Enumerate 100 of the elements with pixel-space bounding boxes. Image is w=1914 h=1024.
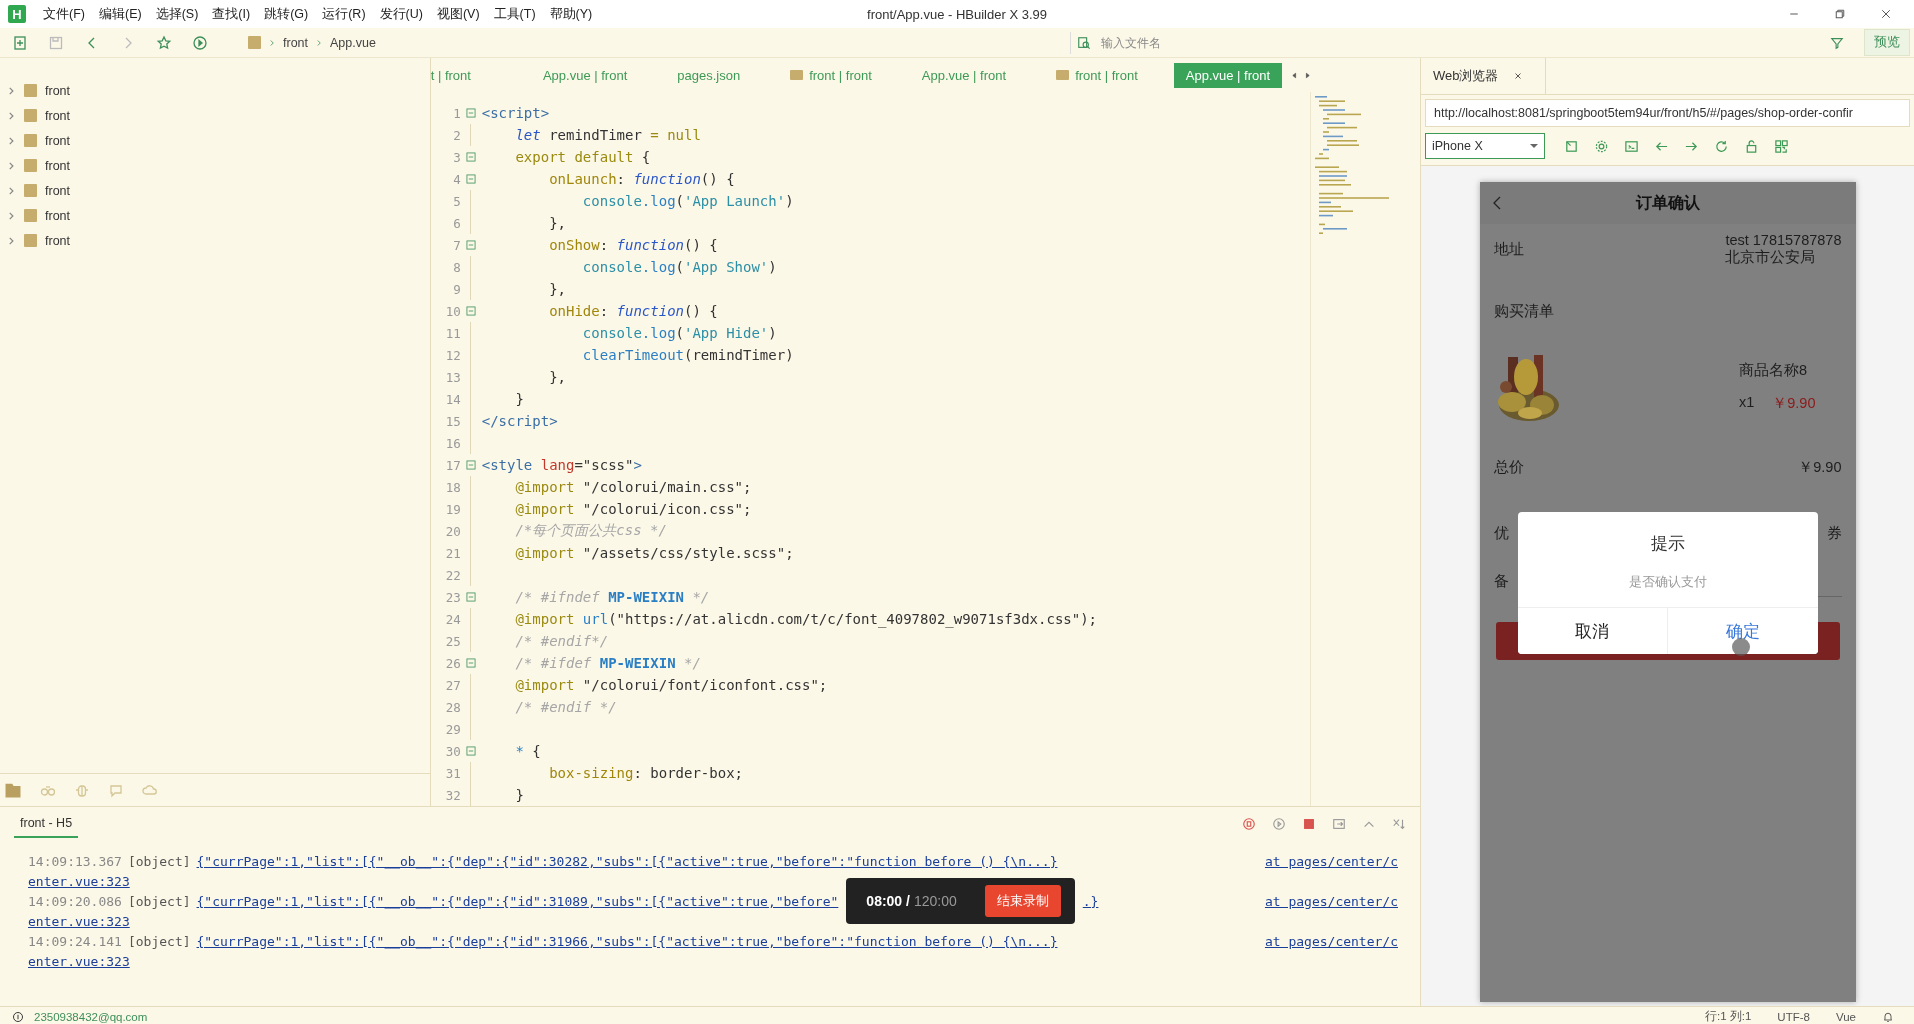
play-circle-icon[interactable]: [1272, 817, 1286, 831]
code-line: let remindTimer = null: [514, 127, 701, 143]
menu-item[interactable]: 工具(T): [486, 5, 543, 23]
collapse-icon[interactable]: [465, 240, 476, 250]
encoding[interactable]: UTF-8: [1777, 1010, 1810, 1023]
save-icon[interactable]: [48, 34, 64, 51]
log-link[interactable]: {"currPage":1,"list":[{"__ob__":{"dep":{"id":30282,"subs":[{"active":true,"before":"function before () {\n...}: [196, 853, 1058, 869]
menu-item[interactable]: 查找(I): [205, 5, 258, 23]
restore-icon[interactable]: [1834, 8, 1846, 20]
menu-item[interactable]: 跳转(G): [257, 5, 316, 23]
collapse-icon[interactable]: [465, 306, 476, 316]
star-icon[interactable]: [156, 34, 172, 51]
menu-item[interactable]: 运行(R): [315, 5, 373, 23]
menu-item[interactable]: 视图(V): [429, 5, 487, 23]
chevron-icon[interactable]: [6, 160, 16, 171]
chevron-icon[interactable]: [6, 85, 16, 96]
collapse-icon[interactable]: [465, 592, 476, 602]
address-label: 地址: [1493, 239, 1524, 259]
dialog-title: 提示: [1650, 533, 1685, 555]
settings-icon[interactable]: [1594, 138, 1609, 154]
project-icon: [248, 36, 261, 49]
source-link[interactable]: at pages/center/c: [1264, 893, 1398, 909]
collapse-icon[interactable]: [465, 460, 476, 470]
project-tree-item[interactable]: front: [0, 103, 430, 128]
menu-item[interactable]: 帮助(Y): [542, 5, 600, 23]
project-tree-item[interactable]: front: [0, 153, 430, 178]
log-link[interactable]: {"currPage":1,"list":[{"__ob__":{"dep":{"id":31089,"subs":[{"active":true,"before": [196, 893, 839, 909]
refresh-icon[interactable]: [1714, 138, 1729, 154]
menu-item[interactable]: 选择(S): [148, 5, 206, 23]
bell-icon[interactable]: [1882, 1010, 1894, 1023]
folder-icon[interactable]: [4, 781, 22, 799]
confirm-button[interactable]: 确定: [1667, 608, 1818, 654]
export-icon[interactable]: [1332, 817, 1346, 831]
code-line: /* #endif */: [514, 699, 617, 715]
qr-code-icon[interactable]: [1774, 138, 1789, 154]
stop-circle-icon[interactable]: [1242, 817, 1256, 831]
line-number: 3: [452, 149, 461, 165]
close-icon[interactable]: [1880, 8, 1892, 20]
terminal-icon[interactable]: [1624, 138, 1639, 154]
url-field[interactable]: http://localhost:8081/springboot5tem94ur/front/h5/#/pages/shop-order-confir: [1425, 99, 1910, 127]
project-icon: [24, 159, 37, 172]
project-tree-item[interactable]: front: [0, 228, 430, 253]
console-tab[interactable]: front - H5: [14, 810, 79, 838]
line-number: 28: [444, 699, 461, 715]
log-link[interactable]: {"currPage":1,"list":[{"__ob__":{"dep":{"id":31966,"subs":[{"active":true,"before":"function before () {\n...}: [196, 933, 1058, 949]
source-link[interactable]: enter.vue:323: [28, 913, 130, 929]
project-tree-item[interactable]: front: [0, 78, 430, 103]
bug-icon[interactable]: [74, 782, 90, 798]
chevron-icon[interactable]: [6, 235, 16, 246]
line-number: 9: [452, 281, 461, 297]
clear-icon[interactable]: [1392, 817, 1406, 831]
source-link[interactable]: at pages/center/c: [1264, 933, 1398, 949]
chevron-icon[interactable]: [6, 135, 16, 146]
project-tree-item[interactable]: front: [0, 178, 430, 203]
line-number: 32: [444, 787, 461, 803]
code-line: export default {: [514, 149, 651, 165]
line-number: 26: [444, 655, 461, 671]
run-icon[interactable]: [192, 34, 208, 51]
editor-tab[interactable]: App.vue | front: [907, 62, 1021, 88]
collapse-icon[interactable]: [465, 152, 476, 162]
stop-icon[interactable]: [1302, 817, 1316, 831]
project-tree-item[interactable]: front: [0, 128, 430, 153]
language-mode[interactable]: Vue: [1835, 1010, 1856, 1023]
project-tree-item[interactable]: front: [0, 203, 430, 228]
breadcrumb-item[interactable]: App.vue: [330, 35, 376, 50]
new-file-icon[interactable]: [12, 34, 28, 51]
scroll-right-icon[interactable]: [1303, 70, 1313, 80]
close-icon[interactable]: [1512, 71, 1523, 81]
line-number: 6: [452, 215, 461, 231]
code-line: console.log('App Launch'): [581, 193, 794, 209]
search-field[interactable]: 输入文件名: [1099, 34, 1804, 51]
rotate-icon[interactable]: [1564, 138, 1579, 154]
collapse-icon[interactable]: [465, 108, 476, 118]
filter-icon[interactable]: [1830, 35, 1844, 50]
cloud-icon[interactable]: [142, 782, 158, 798]
source-link[interactable]: enter.vue:323: [28, 953, 130, 969]
log-link[interactable]: .}: [1082, 893, 1099, 909]
coupon-label: 优: [1493, 523, 1509, 543]
line-number: 16: [444, 435, 461, 451]
code-line: /* #ifndef MP-WEIXIN */: [514, 589, 710, 605]
collapse-icon[interactable]: [465, 658, 476, 668]
collapse-icon[interactable]: [465, 174, 476, 184]
code-line: }: [514, 787, 524, 803]
breadcrumb-item[interactable]: front: [283, 35, 308, 50]
coupon-value: 券: [1826, 523, 1842, 543]
chevron-icon[interactable]: [6, 185, 16, 196]
collapse-icon[interactable]: [465, 746, 476, 756]
stop-recording-button[interactable]: 结束录制: [984, 885, 1061, 917]
lock-icon[interactable]: [1744, 138, 1759, 154]
menu-item[interactable]: 发行(U): [372, 5, 430, 23]
device-select[interactable]: iPhone X: [1425, 133, 1545, 159]
preview-button[interactable]: 预览: [1864, 29, 1910, 56]
line-number: 22: [444, 567, 461, 583]
chevron-icon[interactable]: [6, 110, 16, 121]
source-link[interactable]: enter.vue:323: [28, 873, 130, 889]
chevron-icon[interactable]: [6, 210, 16, 221]
menu-item[interactable]: 文件(F): [36, 5, 92, 23]
account-link[interactable]: 2350938432@qq.com: [34, 1010, 148, 1023]
menu-item[interactable]: 编辑(E): [91, 5, 149, 23]
source-link[interactable]: at pages/center/c: [1264, 853, 1398, 869]
